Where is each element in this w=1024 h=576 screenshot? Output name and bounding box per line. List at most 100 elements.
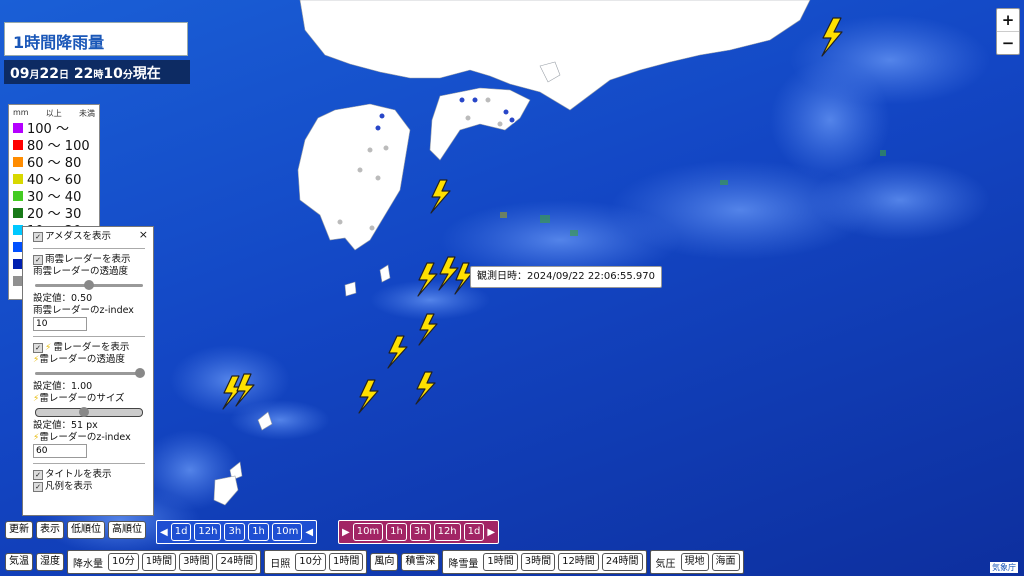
zoom-out-button[interactable]: −	[997, 31, 1019, 54]
future-1h-button[interactable]: 1h	[386, 523, 407, 541]
past-1h-button[interactable]: 1h	[248, 523, 269, 541]
slider-handle[interactable]	[78, 407, 89, 417]
forward-arrow-icon[interactable]: ▶	[487, 527, 495, 538]
rain-zindex-label: 雨雲レーダーのz-index	[33, 305, 134, 316]
legend-toggle[interactable]: ✓ 凡例を表示	[33, 481, 145, 493]
lightning-icon	[430, 179, 451, 214]
precipitation-group: 降水量 10分 1時間 3時間 24時間	[67, 550, 262, 574]
snow-3h-button[interactable]: 3時間	[520, 553, 556, 571]
rain-opacity-slider[interactable]	[33, 280, 145, 290]
title-toggle[interactable]: ✓ タイトルを表示	[33, 469, 145, 481]
snow-12h-button[interactable]: 12時間	[558, 553, 599, 571]
layer-settings-panel: × ✓ アメダスを表示 ✓ 雨雲レーダーを表示 雨雲レーダーの透過度 設定値：0.5…	[22, 226, 154, 516]
past-1d-button[interactable]: 1d	[170, 523, 192, 541]
legend-swatch	[13, 156, 23, 167]
future-12h-button[interactable]: 12h	[433, 523, 461, 541]
past-10m-button[interactable]: 10m	[271, 523, 303, 541]
humidity-button[interactable]: 湿度	[36, 553, 64, 571]
thunder-size-slider[interactable]	[33, 407, 145, 417]
legend-swatch	[13, 190, 23, 201]
title-toggle-label: タイトルを表示	[45, 469, 112, 480]
back-arrow-icon[interactable]: ◀	[305, 527, 313, 538]
control-bar: 更新 表示 低順位 高順位	[5, 521, 146, 539]
legend-row: 30 〜 40	[9, 187, 99, 205]
rain-zindex-input[interactable]	[33, 317, 87, 331]
sunshine-1h-button[interactable]: 1時間	[328, 553, 364, 571]
low-order-button[interactable]: 低順位	[67, 521, 105, 539]
minute-value: 10	[103, 66, 123, 82]
checkbox-icon[interactable]: ✓	[33, 482, 43, 492]
precip-1h-button[interactable]: 1時間	[141, 553, 177, 571]
amedas-toggle-label: アメダスを表示	[45, 231, 112, 242]
legend-row: 100 〜	[9, 119, 99, 137]
hour-unit: 時	[93, 70, 104, 81]
sunshine-group: 日照 10分 1時間	[264, 550, 368, 574]
refresh-button[interactable]: 更新	[5, 521, 33, 539]
precip-3h-button[interactable]: 3時間	[179, 553, 214, 571]
future-10m-button[interactable]: 10m	[352, 523, 384, 541]
checkbox-icon[interactable]: ✓	[33, 470, 43, 480]
checkbox-icon[interactable]: ✓	[33, 343, 43, 353]
pressure-station-button[interactable]: 現地	[680, 553, 709, 571]
thunder-opacity-value: 設定値：1.00	[33, 381, 93, 392]
future-time-bar: ▶ 10m 1h 3h 12h 1d ▶	[338, 520, 500, 544]
checkbox-icon[interactable]: ✓	[33, 255, 43, 265]
divider	[33, 336, 145, 337]
precip-24h-button[interactable]: 24時間	[216, 553, 258, 571]
snow-24h-button[interactable]: 24時間	[601, 553, 643, 571]
divider	[33, 463, 145, 464]
element-bar: 気温 湿度 降水量 10分 1時間 3時間 24時間 日照 10分 1時間 風向…	[5, 550, 744, 574]
thunder-zindex-input[interactable]	[33, 444, 87, 458]
amedas-toggle[interactable]: ✓ アメダスを表示	[33, 231, 145, 243]
lightning-icon	[358, 379, 379, 414]
slider-handle[interactable]	[84, 280, 94, 290]
now-suffix: 現在	[132, 66, 161, 82]
past-3h-button[interactable]: 3h	[224, 523, 246, 541]
observation-datetime: 09月22日 22時10分現在	[4, 60, 190, 84]
map-title: 1時間降雨量	[4, 22, 188, 56]
thunder-opacity-slider[interactable]	[33, 368, 145, 378]
snow-1h-button[interactable]: 1時間	[483, 553, 518, 571]
past-12h-button[interactable]: 12h	[194, 523, 222, 541]
legend-row: 80 〜 100	[9, 136, 99, 154]
checkbox-icon[interactable]: ✓	[33, 232, 43, 242]
lightning-icon	[387, 335, 408, 369]
back-arrow-icon[interactable]: ◀	[160, 527, 168, 538]
temperature-button[interactable]: 気温	[5, 553, 33, 571]
legend-row: 40 〜 60	[9, 170, 99, 188]
hour-value: 22	[73, 66, 94, 82]
future-3h-button[interactable]: 3h	[409, 523, 431, 541]
thunder-opacity-label: 雷レーダーの透過度	[39, 354, 125, 365]
past-time-bar: ◀ 1d 12h 3h 1h 10m ◀	[156, 520, 318, 544]
zoom-in-button[interactable]: +	[997, 9, 1019, 31]
slider-handle[interactable]	[135, 368, 145, 378]
display-button[interactable]: 表示	[36, 521, 64, 539]
day-unit: 日	[58, 70, 69, 81]
thunder-size-label: 雷レーダーのサイズ	[39, 393, 125, 404]
attribution[interactable]: 気象庁	[990, 562, 1018, 573]
close-icon[interactable]: ×	[139, 229, 148, 241]
snow-depth-button[interactable]: 積雪深	[401, 553, 440, 571]
rain-radar-toggle[interactable]: ✓ 雨雲レーダーを表示	[33, 254, 145, 266]
wind-direction-button[interactable]: 風向	[370, 553, 399, 571]
thunder-radar-toggle[interactable]: ✓ ⚡ 雷レーダーを表示	[33, 342, 145, 354]
observation-tooltip: 観測日時：2024/09/22 22:06:55.970	[470, 266, 662, 288]
forward-arrow-icon[interactable]: ▶	[342, 527, 350, 538]
day-value: 22	[39, 66, 59, 82]
precip-10min-button[interactable]: 10分	[108, 553, 139, 571]
lightning-icon: ⚡	[45, 343, 52, 353]
sunshine-label: 日照	[270, 558, 291, 570]
legend-row: 60 〜 80	[9, 153, 99, 171]
lightning-icon	[415, 371, 436, 405]
legend-swatch	[13, 139, 23, 150]
sunshine-10min-button[interactable]: 10分	[295, 553, 326, 571]
legend-swatch	[13, 207, 23, 218]
future-1d-button[interactable]: 1d	[463, 523, 485, 541]
high-order-button[interactable]: 高順位	[108, 521, 146, 539]
pressure-sea-button[interactable]: 海面	[711, 553, 740, 571]
thunder-zindex-label: 雷レーダーのz-index	[39, 432, 131, 443]
minute-unit: 分	[122, 70, 133, 81]
legend-swatch	[13, 173, 23, 184]
snowfall-group: 降雪量 1時間 3時間 12時間 24時間	[442, 550, 647, 574]
pressure-label: 気圧	[655, 558, 676, 570]
